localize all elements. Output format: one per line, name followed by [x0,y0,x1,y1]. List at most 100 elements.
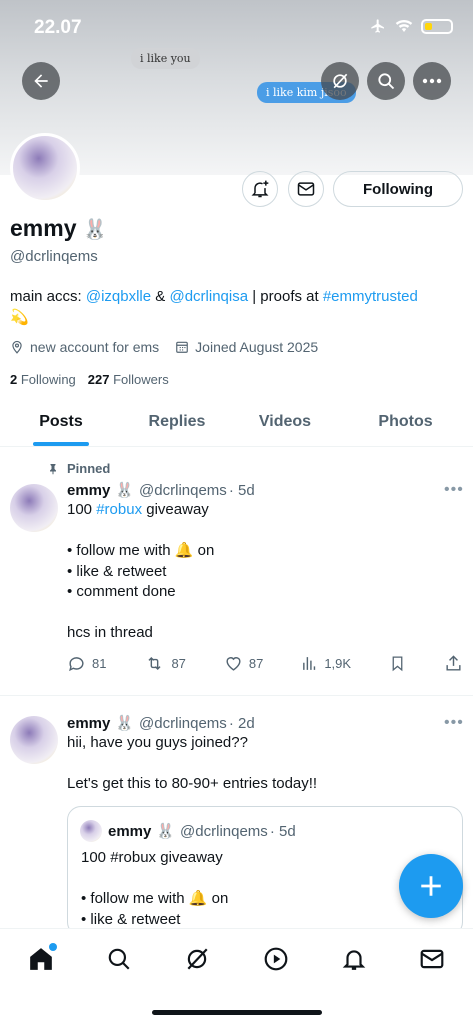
bio-text-1: main accs: [10,288,86,305]
tab-replies[interactable]: Replies [122,400,232,446]
notifications-toggle-button[interactable] [242,171,278,207]
share-button[interactable] [444,654,463,673]
profile-meta: new account for ems Joined August 2025 [10,339,318,355]
tweet-author-name: emmy [67,481,111,499]
banner-bubble-left: i like you [131,48,200,69]
tweet-author-emoji: 🐰 [115,715,135,732]
views-icon [303,657,316,670]
reply-count: 81 [92,656,107,671]
tweet-more-button[interactable]: ••• [444,714,464,732]
tweet-author-handle: @dcrlinqems [139,481,227,499]
nav-notifications[interactable] [341,946,367,977]
wifi-icon [395,19,413,32]
messages-icon [420,949,444,969]
retweet-count: 87 [171,656,186,671]
like-button[interactable]: 87 [224,654,263,673]
quoted-time: · 5d [269,822,296,840]
search-button[interactable] [367,62,405,100]
views-button[interactable]: 1,9K [301,654,351,673]
nav-messages[interactable] [419,946,445,977]
compose-button[interactable] [399,854,463,918]
status-icons [369,18,453,34]
bookmark-icon [392,656,403,672]
grok-button[interactable] [321,62,359,100]
profile-joined-text: Joined August 2025 [195,339,319,355]
tweet-more-button[interactable]: ••• [444,481,464,499]
tweet-author-name: emmy [67,714,111,732]
location-icon [12,340,22,354]
tweet-avatar[interactable] [10,716,58,764]
profile-bio: main accs: @izqbxlle & @dcrlinqisa | pro… [10,286,465,328]
airplane-icon [371,19,384,33]
tweet-text-prefix: 100 [67,501,97,518]
tab-posts[interactable]: Posts [0,400,122,446]
bio-emoji: 💫 [10,309,29,326]
tab-photos[interactable]: Photos [338,400,473,446]
quoted-author-handle: @dcrlinqems [180,822,268,840]
tweet-second[interactable]: emmy 🐰 @dcrlinqems · 2d hii, have you gu… [67,714,317,795]
following-label: Following [20,372,76,387]
tweet-text: hii, have you guys joined?? Let's get th… [67,734,318,792]
following-link[interactable]: 2 Following [10,372,76,387]
nav-grok[interactable] [184,946,210,977]
tweet-avatar[interactable] [10,484,58,532]
nav-video[interactable] [263,946,289,977]
tweet-author-handle: @dcrlinqems [139,714,227,732]
tab-videos[interactable]: Videos [232,400,338,446]
tweet-body-lines: • follow me with 🔔 on • like & retweet •… [67,542,215,641]
quoted-author-emoji: 🐰 [156,823,176,840]
profile-name-text: emmy [10,215,77,241]
message-button[interactable] [288,171,324,207]
nav-home[interactable] [28,943,58,977]
quoted-tweet-header: emmy 🐰 @dcrlinqems · 5d [80,820,296,842]
views-count: 1,9K [324,656,352,671]
reply-button[interactable]: 81 [67,654,106,673]
more-button[interactable] [413,62,451,100]
profile-avatar[interactable] [10,133,80,203]
followers-count: 227 [87,372,110,387]
search-icon [108,948,130,970]
followers-link[interactable]: 227 Followers [88,372,169,387]
pinned-indicator: Pinned [47,461,110,476]
profile-location: new account for ems [10,339,159,355]
nav-search[interactable] [106,946,132,977]
tweet-text: 100 #robux giveaway [67,500,255,521]
bio-mention-dcrlinqisa[interactable]: @dcrlinqisa [169,288,248,305]
tweet-hashtag[interactable]: #robux [96,501,142,518]
share-icon [446,655,461,671]
retweet-icon [148,656,161,671]
notification-bell-plus-icon [251,180,269,198]
tweet-author-emoji: 🐰 [115,482,135,499]
plus-icon [421,876,441,896]
back-button[interactable] [22,62,60,100]
followers-label: Followers [113,372,169,387]
quoted-tweet-text: 100 #robux giveaway • follow me with 🔔 o… [81,849,229,928]
tweet-time: · 5d [228,481,255,499]
notifications-icon [342,950,365,970]
profile-name-emoji: 🐰 [82,219,108,241]
video-icon [264,947,287,971]
pinned-label: Pinned [67,461,111,476]
bookmark-button[interactable] [389,654,406,673]
grok-icon [187,948,208,970]
tweet-actions: 81 87 87 1,9K [67,654,463,673]
profile-tabs: Posts Replies Videos Photos [0,400,473,447]
message-icon [297,182,315,196]
home-notification-dot [49,943,58,951]
calendar-icon [176,341,189,353]
tweet-time: · 2d [228,714,255,732]
tweet-text-suffix: giveaway [142,501,209,518]
tweet-pinned[interactable]: emmy 🐰 @dcrlinqems · 5d 100 #robux givea… [67,481,255,644]
quoted-author-name: emmy [108,822,152,840]
bio-mention-izqbxlle[interactable]: @izqbxlle [86,288,151,305]
bio-text-3: | proofs at [248,288,323,305]
bio-hashtag[interactable]: #emmytrusted [323,288,418,305]
battery-icon [421,18,453,34]
tweet-divider [0,695,473,696]
more-icon [422,78,442,84]
pin-icon [50,463,56,474]
retweet-button[interactable]: 87 [144,654,186,673]
profile-name: emmy 🐰 [10,215,108,242]
following-count: 2 [10,372,18,387]
following-button[interactable]: Following [333,171,463,207]
